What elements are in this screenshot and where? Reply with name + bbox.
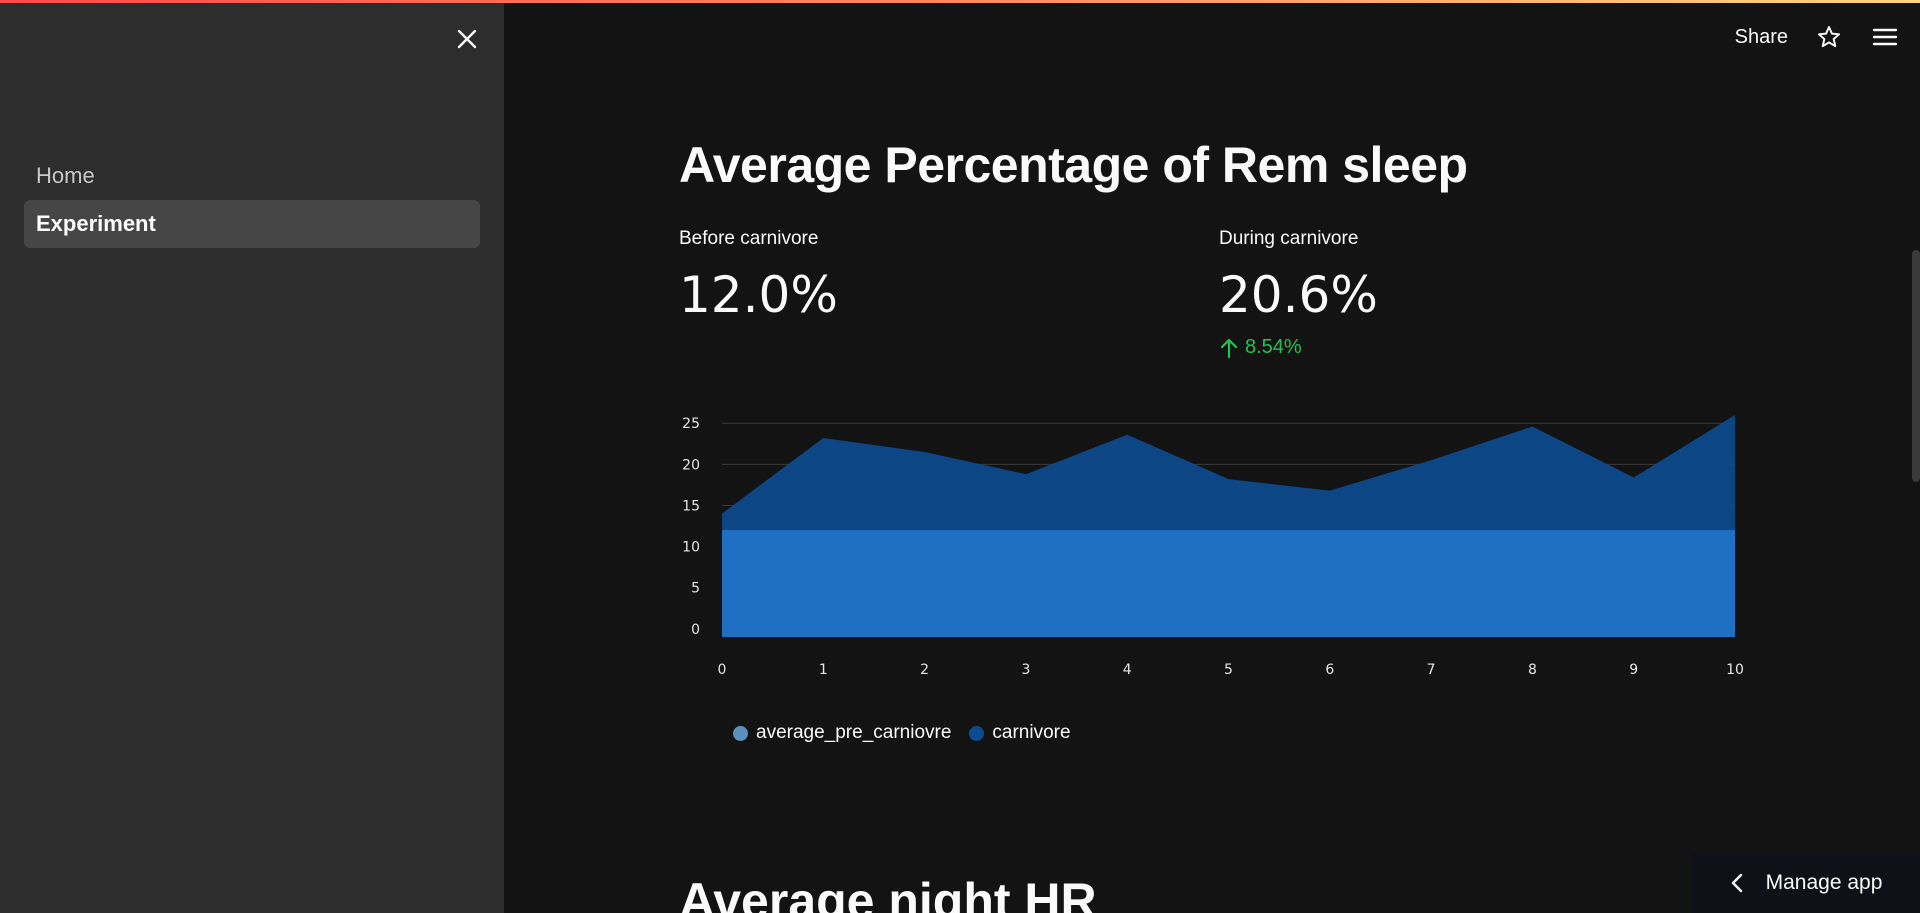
chevron-left-icon bbox=[1731, 873, 1742, 893]
x-tick-label: 5 bbox=[1224, 662, 1233, 678]
metric-during-carnivore: During carnivore 20.6% 8.54% bbox=[1219, 228, 1378, 359]
x-tick-label: 9 bbox=[1629, 662, 1638, 678]
series-area-average-pre-carniovre bbox=[722, 530, 1735, 637]
y-tick-label: 20 bbox=[682, 457, 700, 473]
hamburger-menu-icon bbox=[1872, 28, 1898, 46]
sidebar: Home Experiment bbox=[0, 0, 504, 913]
header-actions: Share bbox=[1735, 18, 1900, 56]
x-tick-label: 2 bbox=[920, 662, 929, 678]
page-scrollbar[interactable] bbox=[1912, 250, 1920, 482]
metric-delta: 8.54% bbox=[1219, 336, 1378, 359]
manage-app-button[interactable]: Manage app bbox=[1692, 853, 1920, 913]
legend-label: average_pre_carniovre bbox=[756, 722, 952, 743]
y-tick-label: 0 bbox=[691, 622, 700, 638]
x-tick-label: 1 bbox=[819, 662, 828, 678]
sidebar-item-label: Experiment bbox=[36, 211, 156, 236]
metric-label: During carnivore bbox=[1219, 228, 1359, 249]
manage-app-label: Manage app bbox=[1765, 871, 1883, 894]
metric-before-carnivore: Before carnivore 12.0% bbox=[679, 228, 838, 324]
star-icon bbox=[1817, 26, 1841, 48]
legend-marker bbox=[969, 725, 985, 741]
metric-value: 12.0% bbox=[679, 266, 838, 324]
legend-item-carnivore[interactable]: carnivore bbox=[969, 722, 1071, 744]
x-tick-label: 3 bbox=[1021, 662, 1030, 678]
legend-item-average-pre[interactable]: average_pre_carniovre bbox=[733, 722, 951, 744]
section-title-average-night-hr: Average night HR bbox=[679, 873, 1097, 913]
sidebar-nav: Home Experiment bbox=[24, 152, 480, 248]
metric-delta-value: 8.54% bbox=[1245, 336, 1302, 358]
favorite-button[interactable] bbox=[1814, 22, 1844, 52]
close-icon bbox=[457, 29, 477, 49]
sidebar-item-home[interactable]: Home bbox=[24, 152, 480, 200]
metric-label: Before carnivore bbox=[679, 228, 819, 249]
metric-value: 20.6% bbox=[1219, 266, 1378, 324]
x-tick-label: 10 bbox=[1726, 662, 1744, 678]
main-menu-button[interactable] bbox=[1870, 22, 1900, 52]
close-sidebar-button[interactable] bbox=[452, 24, 482, 54]
y-tick-label: 5 bbox=[691, 581, 700, 597]
share-button[interactable]: Share bbox=[1735, 26, 1788, 49]
x-tick-label: 7 bbox=[1427, 662, 1436, 678]
x-tick-label: 4 bbox=[1123, 662, 1132, 678]
sidebar-item-label: Home bbox=[36, 163, 95, 188]
legend-label: carnivore bbox=[992, 722, 1071, 743]
legend-marker bbox=[733, 725, 748, 741]
x-tick-label: 8 bbox=[1528, 662, 1537, 678]
y-tick-label: 10 bbox=[682, 540, 700, 556]
x-tick-label: 0 bbox=[718, 662, 727, 678]
y-tick-label: 25 bbox=[682, 416, 700, 432]
sidebar-item-experiment[interactable]: Experiment bbox=[24, 200, 480, 248]
arrow-up-icon bbox=[1220, 338, 1238, 358]
rem-sleep-area-chart[interactable]: 0 5 10 15 20 25 0 1 2 3 4 5 6 7 8 9 10 bbox=[679, 415, 1759, 755]
top-decoration-bar bbox=[0, 0, 1920, 3]
chart-legend: average_pre_carniovre carnivore bbox=[733, 722, 1071, 744]
page-title: Average Percentage of Rem sleep bbox=[679, 137, 1468, 193]
y-tick-label: 15 bbox=[682, 498, 700, 514]
x-tick-label: 6 bbox=[1325, 662, 1334, 678]
